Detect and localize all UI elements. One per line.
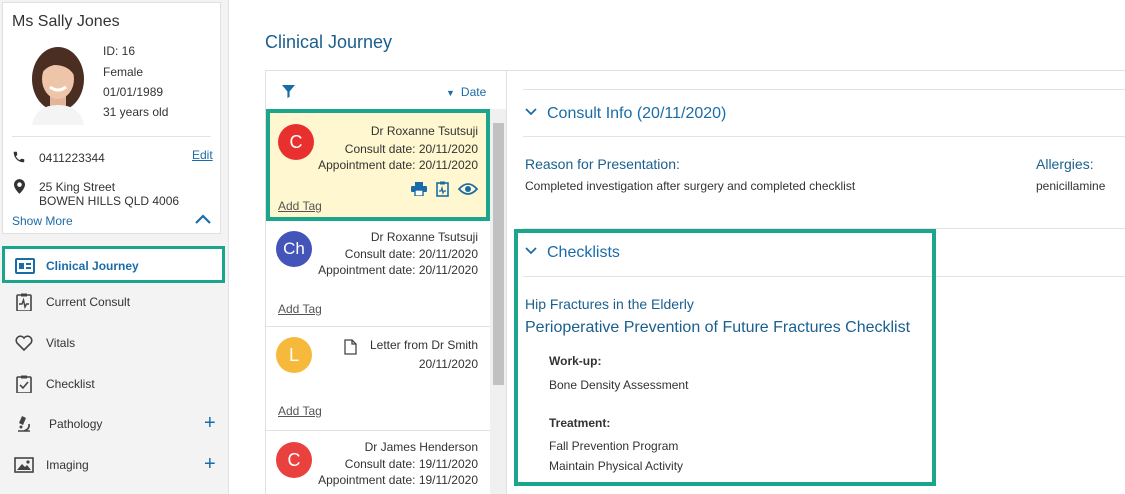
nav-current-consult[interactable]: Current Consult [0,282,229,322]
add-tag-link[interactable]: Add Tag [278,404,322,418]
nav-checklist[interactable]: Checklist [0,364,229,404]
consult-info-heading: Consult Info (20/11/2020) [547,105,727,122]
card-avatar: C [276,442,312,478]
consult-icon [16,293,32,311]
card-doctor: Dr Roxanne Tsutsuji [370,230,478,244]
card-doctor: Dr Roxanne Tsutsuji [370,124,478,138]
checklist-title: Perioperative Prevention of Future Fract… [525,319,911,336]
card-appointment-date: Appointment date: 20/11/2020 [318,263,478,277]
document-icon [344,339,357,355]
journey-list: ▼ Date C Dr Roxanne Tsutsuji Consult date… [265,70,507,494]
nav-label: Vitals [46,336,76,350]
nav-label: Checklist [46,377,95,391]
card-avatar: Ch [276,231,312,267]
microscope-icon [18,416,30,432]
card-date: 20/11/2020 [418,357,478,371]
address-line2: BOWEN HILLS QLD 4006 [39,194,180,208]
sort-label: Date [460,85,487,99]
consult-info-toggle[interactable]: Consult Info (20/11/2020) [525,105,726,123]
card-avatar: L [276,337,312,373]
divider [523,228,1125,229]
add-imaging-button[interactable]: + [204,453,216,476]
allergies-text: penicillamine [1036,179,1106,193]
reason-label: Reason for Presentation: [525,156,680,172]
detail-panel: Consult Info (20/11/2020) Reason for Pre… [507,70,1125,494]
patient-card: Ms Sally Jones ID: 16 Female 01/01/1989 … [2,2,221,234]
divider [523,276,1125,277]
clipboard-icon[interactable] [436,181,449,202]
patient-avatar [32,47,84,125]
nav-imaging[interactable]: Imaging + [0,445,229,485]
heart-icon [15,335,33,352]
add-tag-link[interactable]: Add Tag [278,302,322,316]
divider [523,89,1125,90]
journey-card[interactable]: Ch Dr Roxanne Tsutsuji Consult date: 20/… [266,221,490,327]
reason-text: Completed investigation after surgery an… [525,179,856,193]
card-consult-date: Consult date: 20/11/2020 [344,142,478,156]
divider [12,136,211,137]
journey-card-selected[interactable]: C Dr Roxanne Tsutsuji Consult date: 20/1… [266,109,490,221]
patient-age: 31 years old [103,105,169,119]
workup-item: Bone Density Assessment [549,378,689,392]
patient-dob: 01/01/1989 [103,85,164,99]
address-line1: 25 King Street [39,180,116,194]
checklists-toggle[interactable]: Checklists [525,244,620,262]
page-title: Clinical Journey [265,32,393,52]
patient-phone: 0411223344 [39,151,105,165]
card-actions [411,181,479,202]
card-avatar: C [278,124,314,160]
checklists-heading: Checklists [547,244,620,261]
sort-down-icon: ▼ [446,88,455,98]
location-pin-icon [14,179,25,194]
left-sidebar: Ms Sally Jones ID: 16 Female 01/01/1989 … [0,0,229,494]
patient-address: 25 King Street BOWEN HILLS QLD 4006 [39,180,179,208]
nav-label: Current Consult [46,295,131,309]
patient-gender: Female [103,65,144,79]
nav-label: Pathology [49,417,103,431]
list-scrollbar[interactable] [490,109,506,494]
eye-icon[interactable] [457,182,479,201]
chevron-down-icon [525,247,537,255]
card-appointment-date: Appointment date: 19/11/2020 [318,473,478,487]
phone-icon [13,151,25,163]
date-sort-toggle[interactable]: ▼ Date [446,85,486,99]
card-consult-date: Consult date: 20/11/2020 [344,247,478,261]
nav-clinical-journey[interactable]: Clinical Journey [2,246,225,283]
journey-card[interactable]: L Letter from Dr Smith 20/11/2020 Add Ta… [266,327,490,431]
chevron-down-icon [525,108,537,116]
list-header: ▼ Date [266,71,506,109]
journey-card[interactable]: C Dr James Henderson Consult date: 19/11… [266,431,490,494]
show-more-link[interactable]: Show More [12,214,73,228]
card-doctor: Dr James Henderson [364,440,478,454]
chevron-up-icon[interactable] [194,213,212,225]
nav-pathology[interactable]: Pathology + [0,404,229,444]
patient-id: ID: 16 [103,44,136,58]
treatment-item: Maintain Physical Activity [549,459,684,473]
treatment-label: Treatment: [549,416,611,430]
image-icon [14,457,34,473]
nav-label: Clinical Journey [46,259,139,273]
allergies-label: Allergies: [1036,156,1094,172]
divider [523,136,1125,137]
edit-link[interactable]: Edit [192,148,213,162]
card-title: Letter from Dr Smith [369,338,478,352]
card-appointment-date: Appointment date: 20/11/2020 [318,158,478,172]
scrollbar-thumb[interactable] [493,123,504,385]
treatment-item: Fall Prevention Program [549,439,679,453]
filter-icon[interactable] [282,85,295,98]
add-tag-link[interactable]: Add Tag [278,199,322,213]
clinical-journey-icon [15,258,35,274]
nav-vitals[interactable]: Vitals [0,323,229,363]
checklist-group: Hip Fractures in the Elderly [525,296,694,312]
workup-label: Work-up: [549,354,602,368]
print-icon[interactable] [411,182,427,201]
add-pathology-button[interactable]: + [204,412,216,435]
clipboard-check-icon [16,375,32,393]
nav-label: Imaging [46,458,89,472]
card-consult-date: Consult date: 19/11/2020 [344,457,478,471]
patient-name: Ms Sally Jones [12,13,120,30]
